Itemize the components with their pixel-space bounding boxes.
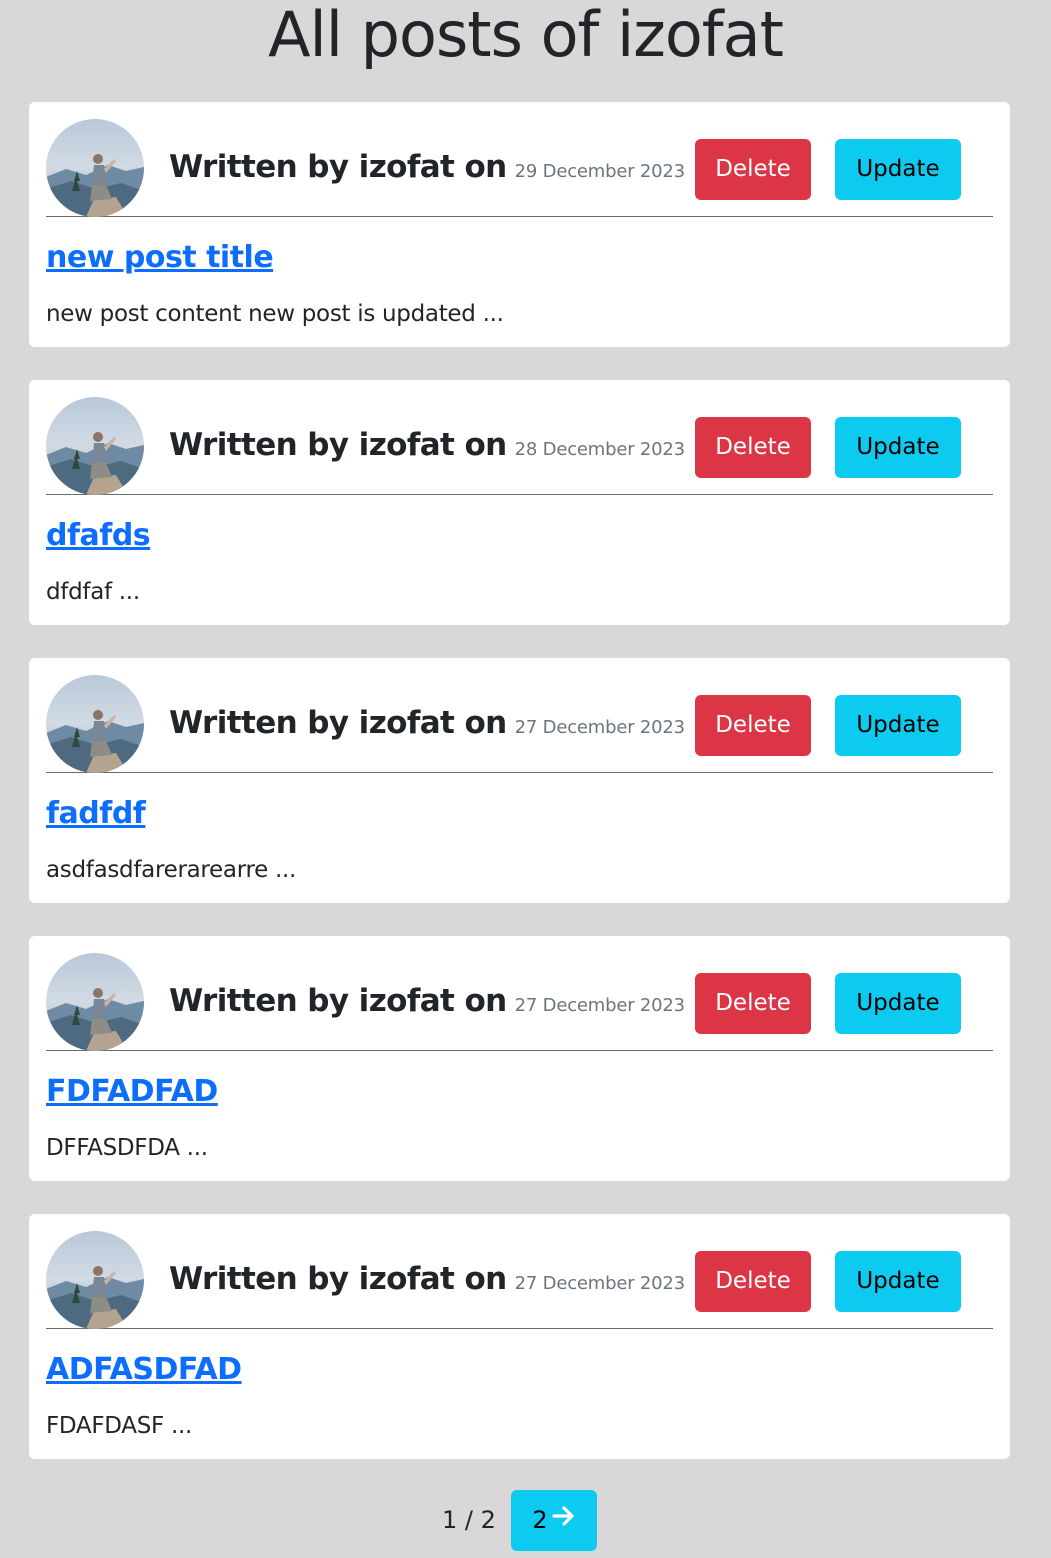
- avatar: [46, 675, 144, 773]
- byline: Written by izofat on 29 December 2023: [169, 149, 685, 185]
- post-date: 27 December 2023: [514, 717, 685, 738]
- post-excerpt: DFFASDFDA ...: [46, 1135, 208, 1161]
- page-indicator: 1 / 2: [442, 1506, 496, 1534]
- avatar: [46, 1231, 144, 1329]
- pagination: 1 / 2 2: [0, 1490, 1051, 1551]
- post-title-link[interactable]: ADFASDFAD: [46, 1352, 242, 1387]
- avatar-image: [46, 397, 144, 495]
- post-card: Written by izofat on 27 December 2023 Del…: [29, 658, 1010, 903]
- post-date: 28 December 2023: [514, 439, 685, 460]
- post-card: Written by izofat on 29 December 2023 Del…: [29, 102, 1010, 347]
- post-title-link[interactable]: FDFADFAD: [46, 1074, 218, 1109]
- byline: Written by izofat on 28 December 2023: [169, 427, 685, 463]
- post-title-link[interactable]: fadfdf: [46, 796, 146, 831]
- avatar-image: [46, 119, 144, 217]
- post-title-link[interactable]: dfafds: [46, 518, 151, 553]
- post-excerpt: asdfasdfarerarearre ...: [46, 857, 296, 883]
- post-header: Written by izofat on 29 December 2023 Del…: [46, 119, 993, 217]
- post-date: 27 December 2023: [514, 995, 685, 1016]
- byline-text: Written by izofat on: [169, 149, 507, 185]
- post-card: Written by izofat on 28 December 2023 Del…: [29, 380, 1010, 625]
- avatar-image: [46, 953, 144, 1051]
- byline-text: Written by izofat on: [169, 1261, 507, 1297]
- avatar: [46, 397, 144, 495]
- delete-button[interactable]: Delete: [695, 139, 811, 200]
- byline: Written by izofat on 27 December 2023: [169, 983, 685, 1019]
- delete-button[interactable]: Delete: [695, 695, 811, 756]
- byline-text: Written by izofat on: [169, 427, 507, 463]
- byline-text: Written by izofat on: [169, 983, 507, 1019]
- post-list: Written by izofat on 29 December 2023 Del…: [29, 102, 1010, 1492]
- post-header: Written by izofat on 27 December 2023 Del…: [46, 1231, 993, 1329]
- post-title-link[interactable]: new post title: [46, 240, 274, 275]
- post-excerpt: dfdfaf ...: [46, 579, 140, 605]
- update-button[interactable]: Update: [835, 973, 961, 1034]
- avatar-image: [46, 675, 144, 773]
- post-card: Written by izofat on 27 December 2023 Del…: [29, 1214, 1010, 1459]
- post-excerpt: FDAFDASF ...: [46, 1413, 193, 1439]
- post-header: Written by izofat on 27 December 2023 Del…: [46, 675, 993, 773]
- update-button[interactable]: Update: [835, 139, 961, 200]
- avatar: [46, 119, 144, 217]
- arrow-right-icon: [552, 1489, 576, 1550]
- post-excerpt: new post content new post is updated ...: [46, 301, 504, 327]
- next-page-label: 2: [532, 1506, 548, 1534]
- byline-text: Written by izofat on: [169, 705, 507, 741]
- post-header: Written by izofat on 27 December 2023 Del…: [46, 953, 993, 1051]
- post-card: Written by izofat on 27 December 2023 Del…: [29, 936, 1010, 1181]
- page-title: All posts of izofat: [268, 0, 784, 71]
- post-date: 27 December 2023: [514, 1273, 685, 1294]
- update-button[interactable]: Update: [835, 695, 961, 756]
- avatar-image: [46, 1231, 144, 1329]
- delete-button[interactable]: Delete: [695, 973, 811, 1034]
- delete-button[interactable]: Delete: [695, 417, 811, 478]
- post-header: Written by izofat on 28 December 2023 Del…: [46, 397, 993, 495]
- post-date: 29 December 2023: [514, 161, 685, 182]
- update-button[interactable]: Update: [835, 417, 961, 478]
- delete-button[interactable]: Delete: [695, 1251, 811, 1312]
- update-button[interactable]: Update: [835, 1251, 961, 1312]
- avatar: [46, 953, 144, 1051]
- byline: Written by izofat on 27 December 2023: [169, 1261, 685, 1297]
- next-page-button[interactable]: 2: [511, 1490, 597, 1551]
- byline: Written by izofat on 27 December 2023: [169, 705, 685, 741]
